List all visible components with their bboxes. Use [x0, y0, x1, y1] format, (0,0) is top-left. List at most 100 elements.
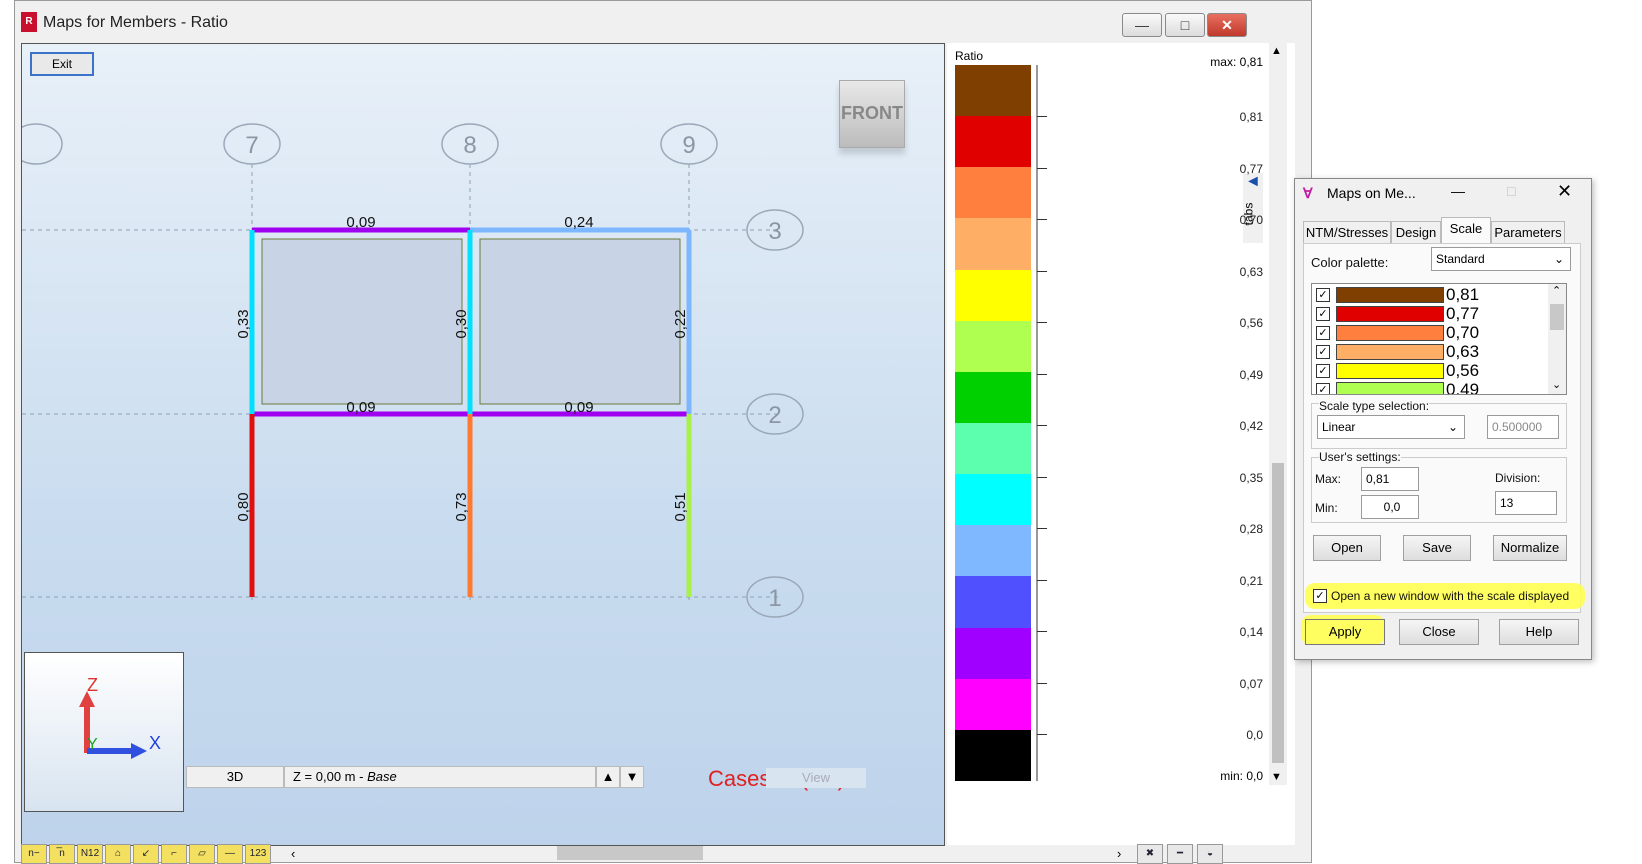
maximize-icon[interactable]: □ [1165, 13, 1205, 37]
local-axes-icon[interactable]: ⌐ [161, 844, 187, 864]
legend-color-band [955, 167, 1031, 219]
minimize-icon[interactable]: — [1122, 13, 1162, 37]
structure-view[interactable]: Exit FRONT 7 8 9 3 2 1 0,09 0,24 0,09 0,… [21, 43, 945, 846]
min-field[interactable]: 0,0 [1361, 495, 1419, 519]
tab-parameters[interactable]: Parameters [1491, 221, 1565, 243]
dialog-minimize-icon[interactable]: — [1451, 183, 1465, 199]
dialog-close-icon[interactable]: ✕ [1557, 181, 1572, 202]
palette-list[interactable]: ✓ 0,81 ✓ 0,77 ✓ 0,70 ✓ 0,63 ✓ 0,56 ✓ 0,49 ⌃ ⌄ [1311, 283, 1567, 395]
supports-icon[interactable]: ⌂ [105, 844, 131, 864]
legend-color-band [955, 576, 1031, 628]
level-field[interactable]: Z = 0,00 m - Base [284, 766, 596, 788]
color-palette-label: Color palette: [1311, 255, 1389, 270]
division-label: Division: [1495, 471, 1541, 485]
view-mode-button[interactable]: 3D [186, 766, 284, 788]
palette-row[interactable]: ✓ 0,56 [1316, 361, 1546, 380]
section-names-icon[interactable]: N12 [77, 844, 103, 864]
palette-scroll-up-icon[interactable]: ⌃ [1552, 284, 1561, 297]
color-palette-value: Standard [1436, 252, 1485, 266]
offsets-icon[interactable]: — [217, 844, 243, 864]
scroll-right-icon[interactable]: › [1117, 846, 1121, 861]
apply-button[interactable]: Apply [1305, 619, 1385, 645]
hscroll-thumb[interactable] [557, 846, 703, 860]
tab-ntm-stresses[interactable]: NTM/Stresses [1303, 221, 1391, 243]
slab-right [479, 238, 681, 405]
scroll-up-icon[interactable]: ▲ [1271, 45, 1282, 57]
level-up-button[interactable]: ▲ [596, 766, 620, 788]
new-window-checkbox[interactable]: ✓ [1313, 589, 1327, 603]
level-down-button[interactable]: ▼ [620, 766, 644, 788]
palette-row[interactable]: ✓ 0,63 [1316, 342, 1546, 361]
palette-scroll-down-icon[interactable]: ⌄ [1552, 378, 1561, 391]
palette-row-checkbox[interactable]: ✓ [1316, 326, 1330, 340]
palette-row-value: 0,49 [1446, 380, 1480, 395]
normalize-button[interactable]: Normalize [1493, 535, 1567, 561]
legend-scrollbar[interactable]: ▲ ▼ [1269, 43, 1287, 785]
structure-icon[interactable]: ✖ [1137, 844, 1163, 864]
palette-row-swatch[interactable] [1336, 363, 1444, 379]
palette-scroll-thumb[interactable] [1550, 304, 1564, 330]
palette-row-checkbox[interactable]: ✓ [1316, 364, 1330, 378]
palette-row-swatch[interactable] [1336, 306, 1444, 322]
values-icon[interactable]: 123 [245, 844, 271, 864]
palette-row[interactable]: ✓ 0,49 [1316, 380, 1546, 395]
arrow-left-icon: ◄ [1245, 173, 1261, 190]
tab-design[interactable]: Design [1391, 221, 1441, 243]
node-numbers-icon[interactable]: n− [21, 844, 47, 864]
tab-scale[interactable]: Scale [1441, 217, 1491, 243]
palette-row-checkbox[interactable]: ✓ [1316, 288, 1330, 302]
palette-row-value: 0,81 [1446, 285, 1480, 304]
value-beam-mid-left: 0,09 [346, 399, 375, 416]
value-col-lower-left: 0,80 [235, 492, 252, 521]
legend-tick-mark [1037, 682, 1047, 684]
palette-row-checkbox[interactable]: ✓ [1316, 345, 1330, 359]
window-title: Maps for Members - Ratio [43, 14, 228, 31]
palette-row-swatch[interactable] [1336, 344, 1444, 360]
view-label[interactable]: View [766, 768, 866, 788]
dialog-maximize-icon[interactable]: □ [1507, 183, 1515, 199]
grid-label-9: 9 [682, 132, 695, 159]
chevron-down-icon: ⌄ [1447, 420, 1458, 434]
palette-row[interactable]: ✓ 0,81 [1316, 285, 1546, 304]
display-icon[interactable]: ◒ [1197, 844, 1223, 864]
section-shape-icon[interactable]: ━ [1167, 844, 1193, 864]
palette-row-swatch[interactable] [1336, 382, 1444, 394]
scroll-down-icon[interactable]: ▼ [1271, 771, 1282, 783]
value-col-lower-mid: 0,73 [453, 492, 470, 521]
close-icon[interactable]: ✕ [1207, 13, 1247, 37]
scale-type-select[interactable]: Linear ⌄ [1317, 415, 1465, 439]
level-label: Z = 0,00 m [293, 769, 356, 784]
palette-row-checkbox[interactable]: ✓ [1316, 307, 1330, 321]
dialog-app-icon: ∀ [1303, 185, 1313, 201]
legend-tick-mark [1037, 528, 1047, 529]
legend-tick-mark [1037, 219, 1047, 220]
palette-row-value: 0,70 [1446, 323, 1480, 342]
save-button[interactable]: Save [1403, 535, 1471, 561]
legend-tick-mark [1037, 116, 1047, 117]
division-field[interactable]: 13 [1495, 491, 1557, 515]
grid-label-1: 1 [768, 585, 781, 612]
palette-row-swatch[interactable] [1336, 325, 1444, 341]
palette-row[interactable]: ✓ 0,77 [1316, 304, 1546, 323]
tabs-side-panel[interactable]: ◄ tabs [1241, 173, 1263, 243]
level-name: Base [367, 769, 397, 784]
palette-scrollbar[interactable]: ⌃ ⌄ [1548, 284, 1566, 394]
close-button[interactable]: Close [1399, 619, 1479, 645]
legend-min-label: min: [1220, 769, 1243, 783]
scale-type-label: Scale type selection: [1319, 399, 1430, 413]
member-numbers-icon[interactable]: ̅n [49, 844, 75, 864]
legend-tick-label: 0,21 [1239, 573, 1263, 588]
open-button[interactable]: Open [1313, 535, 1381, 561]
palette-row-swatch[interactable] [1336, 287, 1444, 303]
scroll-thumb[interactable] [1272, 463, 1284, 763]
panels-icon[interactable]: ▱ [189, 844, 215, 864]
loads-icon[interactable]: ↙ [133, 844, 159, 864]
max-field[interactable]: 0,81 [1361, 467, 1419, 491]
scroll-left-icon[interactable]: ‹ [291, 846, 295, 861]
color-palette-select[interactable]: Standard ⌄ [1431, 247, 1571, 271]
palette-row[interactable]: ✓ 0,70 [1316, 323, 1546, 342]
palette-row-checkbox[interactable]: ✓ [1316, 383, 1330, 394]
scale-param-field[interactable]: 0.500000 [1487, 415, 1559, 439]
legend-tick-label: 0,28 [1239, 522, 1263, 536]
help-button[interactable]: Help [1499, 619, 1579, 645]
